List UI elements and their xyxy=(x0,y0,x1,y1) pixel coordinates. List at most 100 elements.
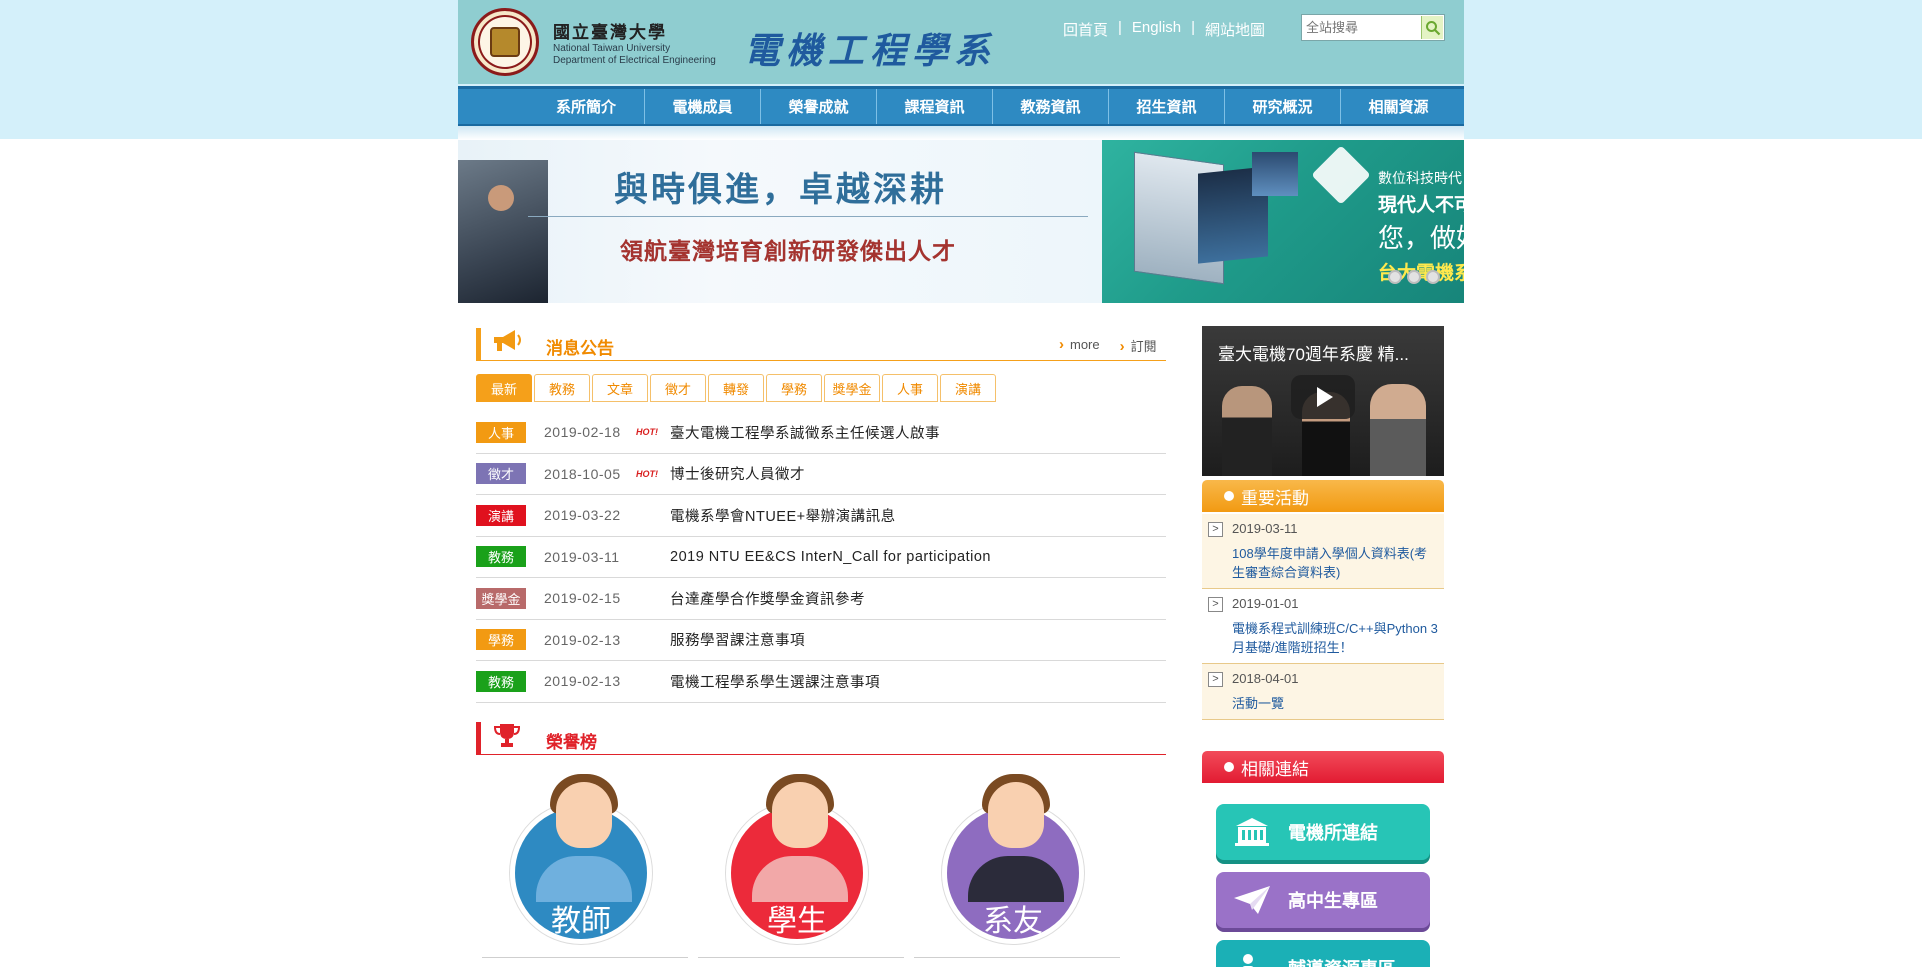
category-badge[interactable]: 學務 xyxy=(476,629,526,651)
news-section: 消息公告 more 訂閱 最新 教務 文章 徵才 轉發 學務 獎學金 人事 演講… xyxy=(476,322,1166,703)
hot-badge-icon: HOT! xyxy=(636,427,658,438)
news-item[interactable]: 人事 2019-02-18 HOT! 臺大電機工程學系誠徵系主任候選人啟事 xyxy=(476,412,1166,454)
news-header: 消息公告 more 訂閱 xyxy=(476,322,1166,362)
news-list: 人事 2019-02-18 HOT! 臺大電機工程學系誠徵系主任候選人啟事 徵才 2018… xyxy=(476,412,1166,703)
tab-articles[interactable]: 文章 xyxy=(592,374,648,402)
event-title-link[interactable]: 電機系程式訓練班C/C++與Python 3月基礎/進階班招生！ xyxy=(1232,619,1438,657)
banner-divider xyxy=(528,216,1088,217)
counseling-link-button[interactable]: 輔導資源專區 xyxy=(1216,940,1430,967)
button-label: 電機所連結 xyxy=(1288,823,1378,843)
events-header: 重要活動 xyxy=(1202,480,1444,512)
honor-title: 榮譽榜 xyxy=(546,733,597,752)
category-badge[interactable]: 獎學金 xyxy=(476,587,526,609)
hero-banner[interactable]: 與時俱進，卓越深耕 領航臺灣培育創新研發傑出人才 數位科技時代 現代人不可 您，… xyxy=(458,140,1464,303)
news-title-link[interactable]: 博士後研究人員徵才 xyxy=(670,463,805,484)
news-title-link[interactable]: 服務學習課注意事項 xyxy=(670,629,805,650)
category-badge[interactable]: 徵才 xyxy=(476,463,526,485)
site-header: 國立臺灣大學 National Taiwan University Depart… xyxy=(458,0,1464,84)
trophy-icon xyxy=(493,724,521,747)
carousel-dot[interactable] xyxy=(1407,270,1421,284)
honor-category-1[interactable]: 學生 xyxy=(722,774,872,944)
category-badge[interactable]: 人事 xyxy=(476,421,526,443)
news-date: 2019-02-13 xyxy=(544,631,621,648)
event-title-link[interactable]: 活動一覽 xyxy=(1232,694,1438,713)
link-separator: | xyxy=(1118,19,1122,36)
carousel-dot[interactable] xyxy=(1388,270,1402,284)
tab-academic[interactable]: 教務 xyxy=(534,374,590,402)
banner-right-text: 現代人不可 xyxy=(1378,195,1464,216)
button-label: 輔導資源專區 xyxy=(1288,955,1396,967)
avatar-face xyxy=(556,782,612,848)
nav-item-members[interactable]: 電機成員 xyxy=(644,89,760,124)
honor-category-0[interactable]: 教師 xyxy=(506,774,656,944)
section-underline xyxy=(476,360,1166,361)
department-name-en: Department of Electrical Engineering xyxy=(553,55,716,66)
honor-section: 榮譽榜 教師 學生 系友 xyxy=(476,716,1166,958)
tab-lectures[interactable]: 演講 xyxy=(940,374,996,402)
category-underline xyxy=(482,957,688,958)
event-title-link[interactable]: 108學年度申請入學個人資料表(考生審查綜合資料表) xyxy=(1232,544,1438,582)
search-input[interactable] xyxy=(1306,18,1418,38)
news-item[interactable]: 教務 2019-03-11 2019 NTU EE&CS InterN_Call f… xyxy=(476,537,1166,578)
news-item[interactable]: 獎學金 2019-02-15 台達產學合作獎學金資訊參考 xyxy=(476,578,1166,620)
video-player[interactable]: 臺大電機70週年系慶 精... xyxy=(1202,326,1444,476)
tab-latest[interactable]: 最新 xyxy=(476,374,532,402)
news-title-link[interactable]: 台達產學合作獎學金資訊參考 xyxy=(670,588,865,609)
news-item[interactable]: 演講 2019-03-22 電機系學會NTUEE+舉辦演講訊息 xyxy=(476,495,1166,537)
nav-item-resources[interactable]: 相關資源 xyxy=(1340,89,1456,124)
tab-forward[interactable]: 轉發 xyxy=(708,374,764,402)
home-link[interactable]: 回首頁 xyxy=(1063,19,1108,40)
search-icon xyxy=(1425,20,1440,35)
event-item[interactable]: >2019-01-01 電機系程式訓練班C/C++與Python 3月基礎/進階班… xyxy=(1202,589,1444,664)
news-item[interactable]: 學務 2019-02-13 服務學習課注意事項 xyxy=(476,620,1166,661)
department-title[interactable]: 電機工程學系 xyxy=(744,22,996,74)
more-link[interactable]: more xyxy=(1059,336,1100,355)
category-badge[interactable]: 演講 xyxy=(476,504,526,526)
graduation-photo xyxy=(458,160,548,303)
event-date: 2019-03-11 xyxy=(1232,521,1298,536)
nav-item-academic[interactable]: 教務資訊 xyxy=(992,89,1108,124)
news-title-link[interactable]: 電機系學會NTUEE+舉辦演講訊息 xyxy=(670,505,896,526)
tab-personnel[interactable]: 人事 xyxy=(882,374,938,402)
video-person xyxy=(1222,386,1272,476)
english-link[interactable]: English xyxy=(1132,19,1181,40)
category-label: 學生 xyxy=(767,904,827,939)
news-title-link[interactable]: 2019 NTU EE&CS InterN_Call for participa… xyxy=(670,549,991,565)
news-item[interactable]: 徵才 2018-10-05 HOT! 博士後研究人員徵才 xyxy=(476,454,1166,495)
nav-item-research[interactable]: 研究概況 xyxy=(1224,89,1340,124)
news-item[interactable]: 教務 2019-02-13 電機工程學系學生選課注意事項 xyxy=(476,661,1166,703)
banner-right-text: 數位科技時代 xyxy=(1378,170,1462,186)
nav-item-about[interactable]: 系所簡介 xyxy=(528,89,644,124)
event-item[interactable]: >2018-04-01 活動一覽 xyxy=(1202,664,1444,720)
section-accent-bar xyxy=(476,328,481,360)
carousel-dot[interactable] xyxy=(1426,270,1440,284)
nav-item-admission[interactable]: 招生資訊 xyxy=(1108,89,1224,124)
tab-recruit[interactable]: 徵才 xyxy=(650,374,706,402)
chevron-right-icon: > xyxy=(1208,672,1223,687)
play-icon[interactable] xyxy=(1291,375,1355,419)
high-school-link-button[interactable]: 高中生專區 xyxy=(1216,872,1430,928)
subscribe-link[interactable]: 訂閱 xyxy=(1120,336,1157,355)
news-title-link[interactable]: 臺大電機工程學系誠徵系主任候選人啟事 xyxy=(670,422,940,443)
university-seal-logo[interactable] xyxy=(471,8,539,76)
tab-student-affairs[interactable]: 學務 xyxy=(766,374,822,402)
news-title-link[interactable]: 電機工程學系學生選課注意事項 xyxy=(670,671,880,692)
search-button[interactable] xyxy=(1421,16,1443,39)
sitemap-link[interactable]: 網站地圖 xyxy=(1205,19,1265,40)
carousel-dots xyxy=(1388,270,1440,284)
category-badge[interactable]: 教務 xyxy=(476,670,526,692)
nav-item-courses[interactable]: 課程資訊 xyxy=(876,89,992,124)
event-item[interactable]: >2019-03-11 108學年度申請入學個人資料表(考生審查綜合資料表) xyxy=(1202,514,1444,589)
top-links: 回首頁 | English | 網站地圖 xyxy=(1063,19,1265,40)
nav-item-honors[interactable]: 榮譽成就 xyxy=(760,89,876,124)
category-badge[interactable]: 教務 xyxy=(476,546,526,568)
paper-plane-icon xyxy=(1234,886,1270,914)
ee-institute-link-button[interactable]: 電機所連結 xyxy=(1216,804,1430,860)
tab-scholarship[interactable]: 獎學金 xyxy=(824,374,880,402)
news-date: 2019-03-22 xyxy=(544,507,621,524)
section-accent-bar xyxy=(476,722,481,754)
news-tabs: 最新 教務 文章 徵才 轉發 學務 獎學金 人事 演講 xyxy=(476,374,996,402)
honor-category-2[interactable]: 系友 xyxy=(938,774,1088,944)
university-name-block[interactable]: 國立臺灣大學 National Taiwan University Depart… xyxy=(553,18,743,67)
news-date: 2018-10-05 xyxy=(544,465,621,482)
